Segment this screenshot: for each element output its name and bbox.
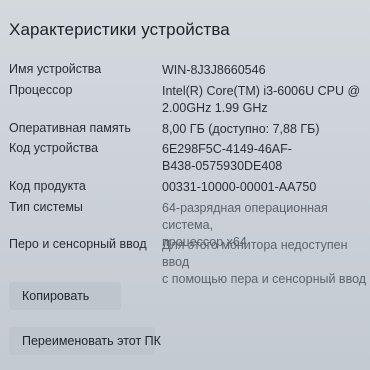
spec-value-line: 2.00GHz 1.99 GHz: [162, 101, 268, 115]
rename-pc-button[interactable]: Переименовать этот ПК: [9, 327, 161, 355]
spec-label: Процессор: [9, 83, 73, 97]
spec-value-line: Для этого монитора недоступен ввод: [162, 238, 348, 269]
spec-label: Оперативная память: [9, 121, 131, 135]
copy-button[interactable]: Копировать: [9, 282, 121, 310]
spec-value-line: B438-0575930DE408: [162, 159, 283, 173]
spec-label: Перо и сенсорный ввод: [9, 237, 147, 251]
spec-label: Тип системы: [9, 200, 83, 214]
spec-value-line: 00331-10000-00001-AA750: [162, 180, 317, 194]
spec-label: Код устройства: [9, 141, 99, 155]
spec-value-line: с помощью пера и сенсорный ввод: [162, 272, 367, 286]
spec-value-line: 6E298F5C-4149-46AF-: [162, 142, 292, 156]
spec-value-line: Intel(R) Core(TM) i3-6006U CPU @: [162, 84, 361, 98]
spec-value-line: 64-разрядная операционная система,: [162, 201, 328, 232]
spec-value: WIN-8J3J8660546: [162, 62, 370, 79]
spec-value: 6E298F5C-4149-46AF- B438-0575930DE408: [162, 141, 370, 175]
section-title: Характеристики устройства: [9, 20, 230, 39]
spec-label: Код продукта: [9, 179, 86, 193]
spec-value: 00331-10000-00001-AA750: [162, 179, 370, 196]
spec-value: Intel(R) Core(TM) i3-6006U CPU @ 2.00GHz…: [162, 83, 370, 117]
spec-value-line: WIN-8J3J8660546: [162, 63, 266, 77]
device-specifications-panel: Характеристики устройства Имя устройства…: [0, 0, 370, 370]
spec-value-line: 8,00 ГБ (доступно: 7,88 ГБ): [162, 122, 320, 136]
spec-value: Для этого монитора недоступен ввод с пом…: [162, 237, 370, 288]
spec-value: 8,00 ГБ (доступно: 7,88 ГБ): [162, 121, 370, 138]
spec-label: Имя устройства: [9, 62, 102, 76]
